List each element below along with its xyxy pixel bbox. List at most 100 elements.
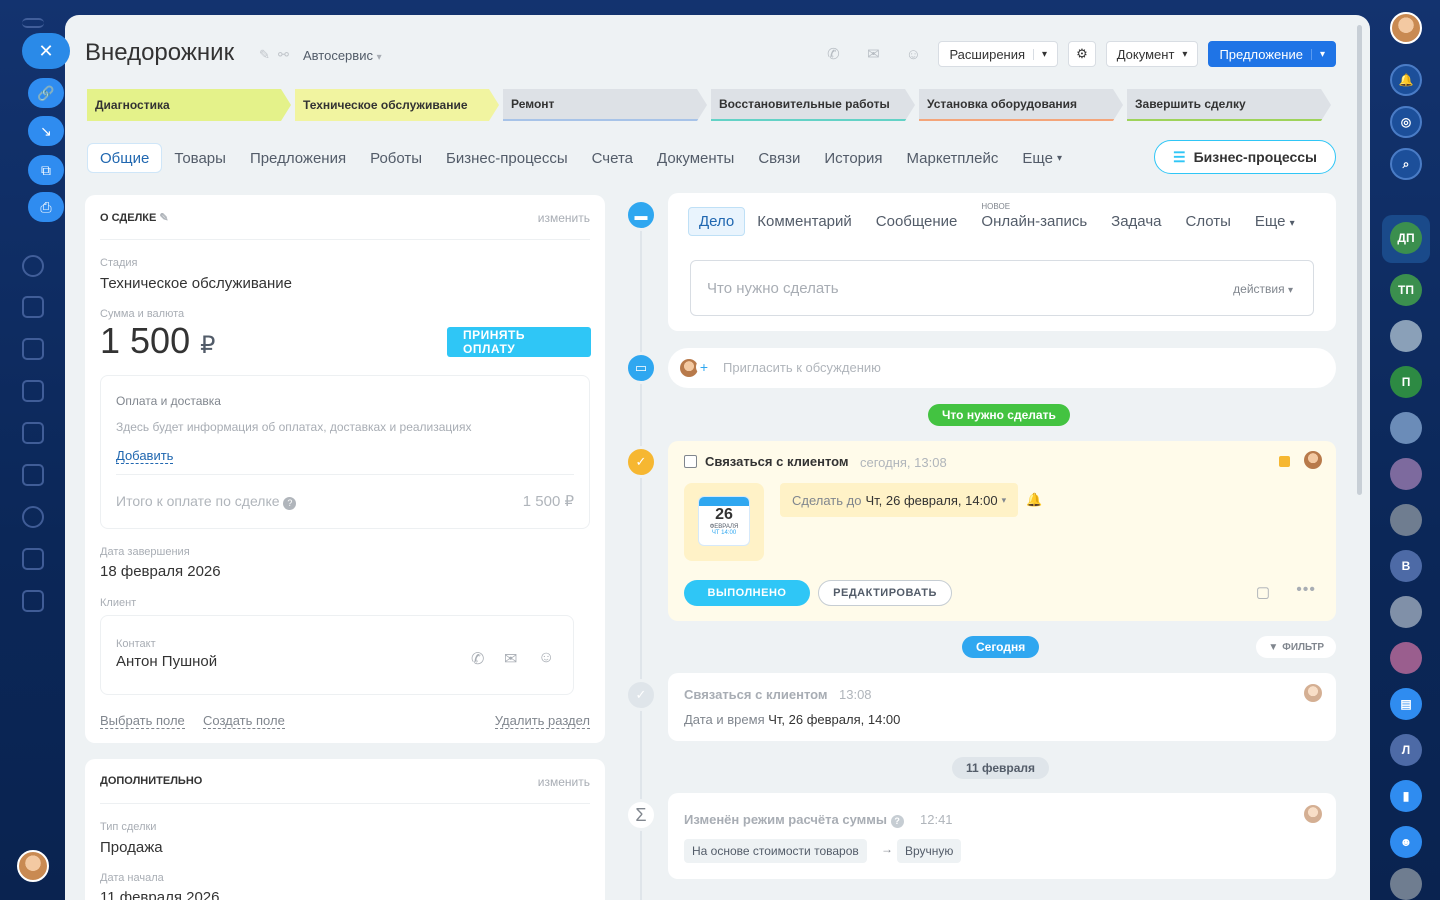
contact-chat-icon[interactable]: ☺ bbox=[538, 649, 554, 667]
stage-diagnostics[interactable]: Диагностика bbox=[87, 89, 291, 121]
todo-input[interactable]: Что нужно сделать действия ▾ bbox=[690, 260, 1314, 316]
stage-finish-deal[interactable]: Завершить сделку bbox=[1127, 89, 1331, 121]
chat-avatar-tp[interactable]: ТП bbox=[1390, 274, 1422, 306]
print-icon[interactable]: ⎙ bbox=[28, 192, 64, 222]
target-icon[interactable]: ◎ bbox=[1390, 106, 1422, 138]
tab-products[interactable]: Товары bbox=[162, 143, 238, 173]
activity-tab-todo[interactable]: Задача bbox=[1099, 213, 1173, 230]
todo-checkbox[interactable] bbox=[684, 455, 697, 468]
contact-phone-icon[interactable]: ✆ bbox=[471, 649, 484, 669]
select-field-link[interactable]: Выбрать поле bbox=[100, 713, 185, 729]
tab-more[interactable]: Еще ▾ bbox=[1010, 143, 1074, 173]
chat-avatar-l[interactable]: Л bbox=[1390, 734, 1422, 766]
activity-tab-more[interactable]: Еще ▾ bbox=[1243, 213, 1307, 230]
activity-tab-booking[interactable]: НОВОЕ Онлайн-запись bbox=[969, 202, 1099, 230]
stage-repair[interactable]: Ремонт bbox=[503, 89, 707, 121]
reminder-bell-icon[interactable]: 🔔 bbox=[1026, 492, 1042, 508]
start-date-value[interactable]: 11 февраля 2026 bbox=[100, 889, 220, 900]
delete-section-link[interactable]: Удалить раздел bbox=[494, 713, 590, 729]
more-options-icon[interactable]: ••• bbox=[1296, 581, 1316, 599]
activity-tab-message[interactable]: Сообщение bbox=[864, 213, 970, 230]
stage-value[interactable]: Техническое обслуживание bbox=[100, 275, 292, 292]
open-external-icon[interactable]: ⧉ bbox=[28, 155, 64, 185]
chat-icon[interactable]: ☺ bbox=[898, 40, 928, 68]
done-button[interactable]: ВЫПОЛНЕНО bbox=[684, 580, 810, 606]
business-processes-button[interactable]: ☰ Бизнес-процессы bbox=[1154, 140, 1336, 174]
chat-avatar-user[interactable] bbox=[1390, 320, 1422, 352]
chat-avatar-group[interactable] bbox=[1390, 868, 1422, 900]
chat-avatar-dp[interactable]: ДП bbox=[1390, 222, 1422, 254]
chat-avatar-user6[interactable] bbox=[1390, 642, 1422, 674]
note-icon[interactable]: ▢ bbox=[1256, 583, 1270, 601]
mail-icon[interactable] bbox=[22, 464, 44, 486]
filter-button[interactable]: ▼ ФИЛЬТР bbox=[1256, 636, 1336, 658]
proposal-button[interactable]: Предложение ▾ bbox=[1208, 41, 1336, 67]
document-icon[interactable] bbox=[22, 338, 44, 360]
chat-avatar-user2[interactable] bbox=[1390, 412, 1422, 444]
chat-avatar-p[interactable]: П bbox=[1390, 366, 1422, 398]
extra-edit-link[interactable]: изменить bbox=[538, 775, 590, 789]
invite-bar[interactable]: + Пригласить к обсуждению bbox=[668, 348, 1336, 388]
phone-icon[interactable]: ✆ bbox=[818, 40, 848, 68]
add-participant-icon[interactable]: + bbox=[696, 359, 712, 375]
mail-icon[interactable]: ✉ bbox=[858, 40, 888, 68]
card-icon[interactable] bbox=[22, 422, 44, 444]
activity-tab-comment[interactable]: Комментарий bbox=[745, 213, 863, 230]
monitor-icon[interactable] bbox=[22, 380, 44, 402]
document-button[interactable]: Документ ▾ bbox=[1105, 41, 1199, 67]
close-button[interactable]: ✕ bbox=[22, 33, 70, 69]
contacts-icon[interactable] bbox=[22, 506, 44, 528]
tab-marketplace[interactable]: Маркетплейс bbox=[895, 143, 1011, 173]
arrow-in-icon[interactable]: ↘ bbox=[28, 116, 64, 146]
stage-installation[interactable]: Установка оборудования bbox=[919, 89, 1123, 121]
bookmark-icon[interactable]: ▮ bbox=[1390, 780, 1422, 812]
tab-links[interactable]: Связи bbox=[746, 143, 812, 173]
scrollbar[interactable] bbox=[1357, 25, 1362, 495]
history-item1-title[interactable]: Связаться с клиентом bbox=[684, 687, 828, 702]
activity-tab-task[interactable]: Дело bbox=[688, 207, 746, 236]
tab-documents[interactable]: Документы bbox=[645, 143, 746, 173]
profile-avatar[interactable] bbox=[1390, 12, 1422, 44]
tab-history[interactable]: История bbox=[812, 143, 894, 173]
tab-general[interactable]: Общие bbox=[87, 143, 163, 173]
contact-mail-icon[interactable]: ✉ bbox=[504, 649, 517, 669]
todo-title[interactable]: Связаться с клиентом bbox=[705, 454, 849, 469]
accept-payment-button[interactable]: ПРИНЯТЬ ОПЛАТУ bbox=[447, 327, 591, 357]
link-icon[interactable]: 🔗 bbox=[28, 78, 64, 108]
activity-tab-slots[interactable]: Слоты bbox=[1173, 213, 1242, 230]
tab-business-processes[interactable]: Бизнес-процессы bbox=[434, 143, 580, 173]
tab-invoices[interactable]: Счета bbox=[580, 143, 645, 173]
menu-icon[interactable] bbox=[22, 18, 44, 28]
deal-type-value[interactable]: Продажа bbox=[100, 839, 163, 856]
edit-title-icon[interactable]: ✎ bbox=[259, 47, 270, 63]
user-avatar[interactable] bbox=[17, 850, 49, 882]
extensions-button[interactable]: Расширения ▾ bbox=[938, 41, 1059, 67]
add-payment-link[interactable]: Добавить bbox=[116, 448, 174, 464]
tasks-icon[interactable] bbox=[22, 548, 44, 570]
bot-icon[interactable]: ☻ bbox=[1390, 826, 1422, 858]
chat-avatar-user3[interactable] bbox=[1390, 458, 1422, 490]
copy-link-icon[interactable]: ⚯ bbox=[278, 47, 289, 63]
settings-gear-button[interactable]: ⚙ bbox=[1068, 41, 1096, 67]
history-item2-avatar[interactable] bbox=[1304, 805, 1322, 823]
contact-name[interactable]: Антон Пушной bbox=[116, 653, 217, 670]
close-date-value[interactable]: 18 февраля 2026 bbox=[100, 563, 221, 580]
todo-responsible-avatar[interactable] bbox=[1304, 451, 1322, 469]
chat-avatar-v[interactable]: В bbox=[1390, 550, 1422, 582]
notifications-icon[interactable]: 🔔 bbox=[1390, 64, 1422, 96]
crm-icon[interactable] bbox=[22, 590, 44, 612]
actions-dropdown[interactable]: действия ▾ bbox=[1233, 282, 1293, 296]
todo-color-marker[interactable] bbox=[1279, 456, 1290, 467]
about-edit-link[interactable]: изменить bbox=[538, 211, 590, 225]
deadline-selector[interactable]: Сделать до Чт, 26 февраля, 14:00 ▾ bbox=[780, 483, 1019, 517]
chat-group-icon[interactable]: ▤ bbox=[1390, 688, 1422, 720]
sum-value[interactable]: 1 500 ₽ bbox=[100, 320, 215, 362]
calendar-icon[interactable] bbox=[22, 296, 44, 318]
chat-avatar-user5[interactable] bbox=[1390, 596, 1422, 628]
edit-todo-button[interactable]: РЕДАКТИРОВАТЬ bbox=[818, 580, 952, 606]
tab-proposals[interactable]: Предложения bbox=[238, 143, 358, 173]
stage-restoration[interactable]: Восстановительные работы bbox=[711, 89, 915, 121]
help-icon[interactable]: ? bbox=[890, 815, 904, 828]
deal-category[interactable]: Автосервис ▾ bbox=[303, 48, 382, 63]
stage-maintenance[interactable]: Техническое обслуживание bbox=[295, 89, 499, 121]
